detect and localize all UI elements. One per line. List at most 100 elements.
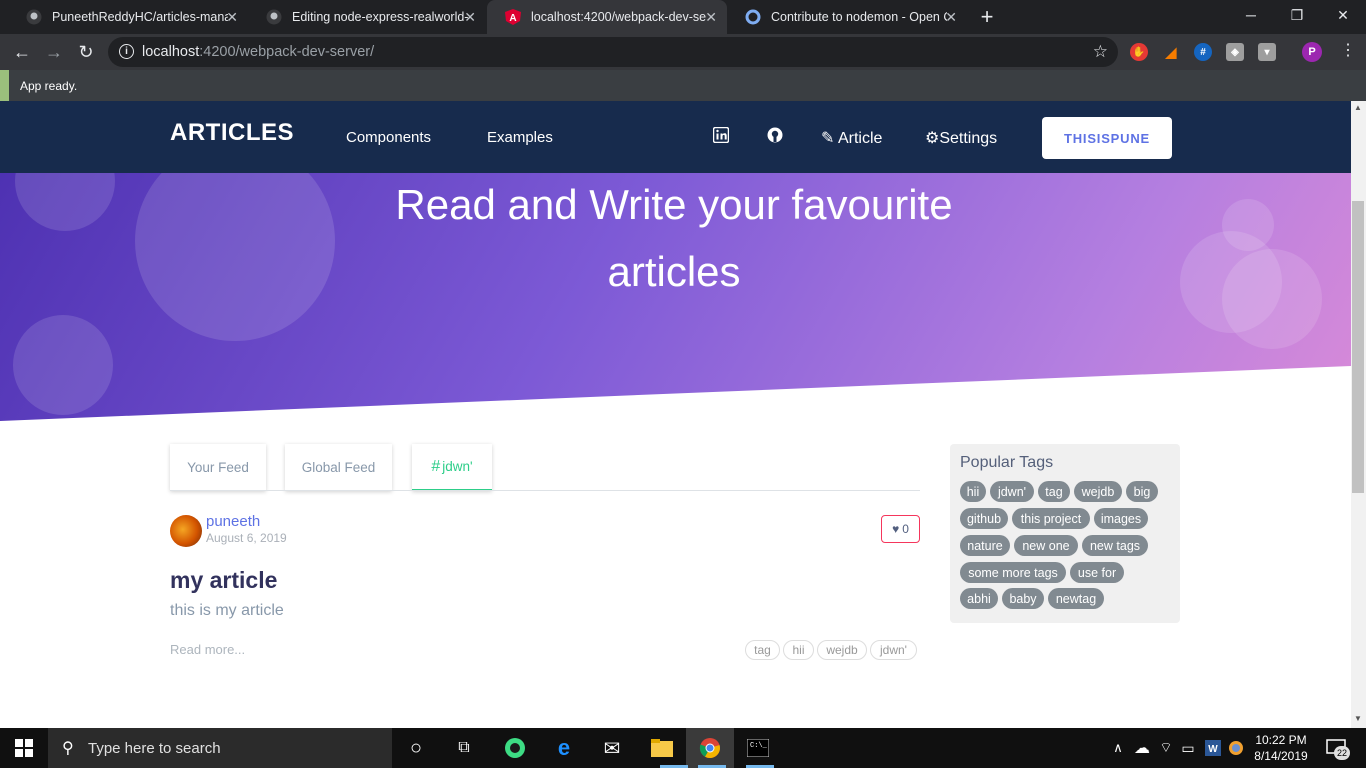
nav-article-label: Article [837, 130, 883, 147]
chrome-icon[interactable] [698, 736, 722, 760]
article-date: August 6, 2019 [206, 531, 287, 545]
sidebar-title: Popular Tags [960, 454, 1054, 471]
bookmark-star-icon[interactable]: ☆ [1093, 42, 1108, 62]
nav-settings-link[interactable]: ⚙Settings [925, 128, 997, 148]
tab-title: Contribute to nodemon - Open C [771, 10, 947, 24]
system-clock[interactable]: 10:22 PM 8/14/2019 [1250, 732, 1312, 764]
linkedin-icon[interactable] [712, 126, 730, 148]
tab-your-feed[interactable]: Your Feed [170, 444, 266, 491]
address-bar[interactable]: i localhost:4200/webpack-dev-server/ ☆ [108, 37, 1118, 67]
clock-date: 8/14/2019 [1254, 749, 1308, 763]
notification-text: App ready. [20, 78, 78, 93]
brand-logo[interactable]: ARTICLES [170, 119, 294, 147]
close-icon[interactable]: ✕ [705, 9, 717, 26]
extension-wave-icon[interactable]: ◢ [1162, 43, 1180, 61]
tab-tag-label: jdwn' [442, 459, 473, 474]
hash-icon: # [431, 457, 441, 475]
tab-tag-feed[interactable]: # jdwn' [412, 444, 492, 491]
article-tag: tag [745, 640, 780, 660]
scrollbar-thumb[interactable] [1352, 201, 1364, 493]
mail-icon[interactable]: ✉ [600, 736, 624, 760]
author-avatar[interactable] [170, 515, 202, 547]
popular-tag[interactable]: hii [960, 481, 986, 502]
new-tab-button[interactable]: + [973, 2, 1001, 32]
nav-link-examples[interactable]: Examples [487, 129, 553, 146]
task-view-icon[interactable]: ⧉ [452, 736, 476, 760]
profile-avatar[interactable]: P [1302, 42, 1322, 62]
terminal-icon[interactable]: C:\_ [746, 736, 770, 760]
popular-tag[interactable]: new tags [1082, 535, 1148, 556]
popular-tag[interactable]: github [960, 508, 1008, 529]
popular-tag[interactable]: images [1094, 508, 1148, 529]
adblock-icon[interactable]: ✋ [1130, 43, 1148, 61]
close-window-button[interactable]: ✕ [1320, 0, 1366, 30]
tab-global-feed[interactable]: Global Feed [285, 444, 392, 491]
scroll-down-icon[interactable]: ▼ [1354, 714, 1362, 723]
menu-kebab-icon[interactable]: ⋮ [1340, 40, 1356, 60]
nav-article-link[interactable]: ✎ Article [821, 128, 882, 148]
popular-tag[interactable]: tag [1038, 481, 1070, 502]
popular-tag[interactable]: big [1126, 481, 1158, 502]
github-icon[interactable] [767, 127, 783, 148]
tray-chevron-icon[interactable]: ∧ [1106, 736, 1130, 760]
edge-icon[interactable]: e [552, 735, 576, 760]
angular-icon: A [505, 9, 521, 25]
popular-tag[interactable]: nature [960, 535, 1010, 556]
hero-headline: Read and Write your favourite articles [395, 181, 953, 295]
popular-tag[interactable]: wejdb [1074, 481, 1122, 502]
extension-bulb-icon[interactable]: ◈ [1226, 43, 1244, 61]
file-explorer-icon[interactable] [650, 736, 674, 760]
nav-link-components[interactable]: Components [346, 129, 431, 146]
browser-tab-4[interactable]: Contribute to nodemon - Open C ✕ [727, 0, 967, 34]
browser-tab-3[interactable]: A localhost:4200/webpack-dev-serv ✕ [487, 0, 727, 34]
browser-tab-1[interactable]: PuneethReddyHC/articles-manag ✕ [8, 0, 248, 34]
android-studio-icon[interactable] [503, 736, 527, 760]
author-name[interactable]: puneeth [206, 513, 260, 530]
svg-text:W: W [1208, 744, 1218, 755]
onedrive-icon[interactable]: ☁ [1130, 736, 1154, 760]
browser-toolbar: ← → ↻ i localhost:4200/webpack-dev-serve… [0, 34, 1366, 100]
cortana-icon[interactable]: ○ [404, 736, 428, 760]
reload-icon[interactable]: ↻ [74, 40, 98, 64]
article-title[interactable]: my article [170, 567, 277, 594]
user-profile-button[interactable]: THISISPUNE [1042, 117, 1172, 159]
popular-tag[interactable]: new one [1014, 535, 1078, 556]
minimize-button[interactable]: ─ [1228, 0, 1274, 30]
edit-icon: ✎ [821, 130, 835, 147]
favorite-count: 0 [902, 522, 909, 536]
extension-shield-icon[interactable]: ▾ [1258, 43, 1276, 61]
popular-tag[interactable]: use for [1070, 562, 1124, 583]
word-icon[interactable]: W [1201, 736, 1225, 760]
weather-icon[interactable] [1224, 736, 1248, 760]
browser-tab-2[interactable]: Editing node-express-realworld-e ✕ [248, 0, 486, 34]
info-icon[interactable]: i [119, 44, 134, 59]
popular-tag[interactable]: this project [1012, 508, 1090, 529]
back-icon[interactable]: ← [10, 40, 34, 64]
page-content: Read and Write your favourite articles A… [0, 101, 1351, 728]
taskbar-search-placeholder: Type here to search [88, 739, 221, 757]
decor-circle [13, 315, 113, 415]
wifi-icon[interactable]: ⌔ [1154, 736, 1178, 760]
popular-tag[interactable]: abhi [960, 588, 998, 609]
close-icon[interactable]: ✕ [226, 9, 238, 26]
popular-tag[interactable]: newtag [1048, 588, 1104, 609]
battery-icon[interactable]: ▭ [1176, 736, 1200, 760]
nav-settings-label: Settings [939, 130, 998, 147]
close-icon[interactable]: ✕ [464, 9, 476, 26]
notifications-icon[interactable]: 22 [1322, 736, 1350, 760]
extension-blue-icon[interactable]: # [1194, 43, 1212, 61]
notifications-badge: 22 [1334, 746, 1350, 760]
close-icon[interactable]: ✕ [945, 9, 957, 26]
maximize-button[interactable]: ❐ [1274, 0, 1320, 30]
scroll-up-icon[interactable]: ▲ [1354, 103, 1362, 112]
popular-tag[interactable]: jdwn' [990, 481, 1034, 502]
decor-circle [1222, 199, 1274, 251]
read-more-link[interactable]: Read more... [170, 642, 245, 657]
popular-tag[interactable]: some more tags [960, 562, 1066, 583]
favorite-button[interactable]: ♥ 0 [881, 515, 920, 543]
forward-icon[interactable]: → [42, 40, 66, 64]
popular-tag[interactable]: baby [1002, 588, 1044, 609]
taskbar-search-box[interactable]: ⚲ Type here to search [48, 728, 392, 768]
windows-start-icon[interactable] [12, 736, 36, 760]
tab-title: Editing node-express-realworld-e [292, 10, 468, 24]
